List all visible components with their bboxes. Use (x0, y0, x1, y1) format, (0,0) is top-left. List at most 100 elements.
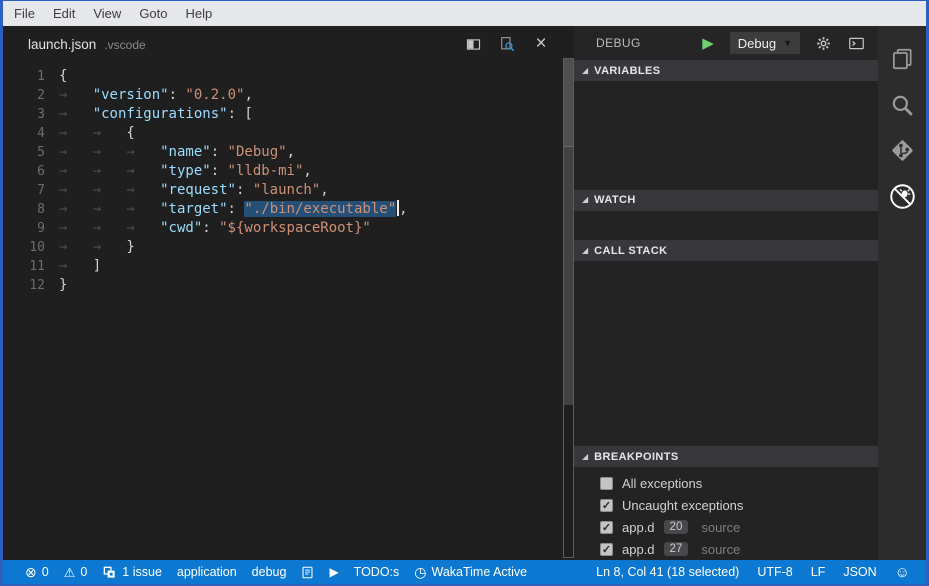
configure-gear-icon[interactable] (815, 35, 832, 52)
status-label: 0 (80, 565, 87, 579)
status-issues[interactable]: 1 issue (102, 565, 162, 580)
line-number: 10 (3, 238, 45, 257)
activity-item-explorer[interactable] (878, 38, 926, 84)
code-line[interactable]: 2→"version": "0.2.0", (3, 86, 563, 105)
breakpoint-row[interactable]: All exceptions (574, 472, 878, 494)
scrollbar-slider[interactable] (564, 59, 573, 147)
debug-config-dropdown[interactable]: Debug ▼ (730, 32, 800, 54)
status-output[interactable] (301, 565, 314, 580)
line-number: 12 (3, 276, 45, 295)
checkbox-checked[interactable]: ✓ (600, 499, 613, 512)
editor-scrollbar[interactable] (563, 26, 574, 560)
status-bar-right: Ln 8, Col 41 (18 selected) UTF-8 LF JSON ☺ (596, 565, 926, 579)
line-number: 7 (3, 181, 45, 200)
breakpoint-row[interactable]: ✓app.d27source (574, 538, 878, 560)
code-token: "${workspaceRoot}" (219, 220, 371, 236)
split-editor-icon[interactable] (463, 34, 483, 54)
status-feedback[interactable]: ☺ (895, 566, 910, 579)
menu-item-view[interactable]: View (84, 1, 130, 26)
code-line[interactable]: 5→→→"name": "Debug", (3, 143, 563, 162)
section-header-variables[interactable]: ◢ VARIABLES (574, 60, 878, 81)
line-number: 5 (3, 143, 45, 162)
code-token: "lldb-mi" (228, 163, 304, 179)
debug-console-icon[interactable] (847, 34, 866, 53)
code-line[interactable]: 3→"configurations": [ (3, 105, 563, 124)
breakpoints-body: All exceptions✓Uncaught exceptions✓app.d… (574, 467, 878, 560)
activity-item-source-control[interactable] (878, 130, 926, 176)
watch-body (574, 211, 878, 240)
line-number: 3 (3, 105, 45, 124)
code-token: { (126, 125, 134, 141)
search-icon (889, 92, 915, 123)
tab-whitespace-icon: → (93, 181, 127, 200)
editor-tab[interactable]: launch.json .vscode (28, 37, 146, 52)
code-line[interactable]: 1{ (3, 67, 563, 86)
tab-whitespace-icon: → (93, 162, 127, 181)
twistie-icon: ◢ (582, 453, 588, 461)
code-line[interactable]: 4→→{ (3, 124, 563, 143)
code-line[interactable]: 10→→} (3, 238, 563, 257)
breakpoint-row[interactable]: ✓app.d20source (574, 516, 878, 538)
line-number-badge: 27 (664, 542, 689, 556)
code-line[interactable]: 9→→→"cwd": "${workspaceRoot}" (3, 219, 563, 238)
status-label: JSON (843, 565, 876, 579)
code-line[interactable]: 12} (3, 276, 563, 295)
menu-item-goto[interactable]: Goto (130, 1, 176, 26)
status-end-of-line[interactable]: LF (811, 565, 826, 579)
status-encoding[interactable]: UTF-8 (757, 565, 792, 579)
main-area: launch.json .vscode × 1{2→"version": "0.… (3, 26, 926, 560)
menu-item-help[interactable]: Help (177, 1, 222, 26)
section-header-breakpoints[interactable]: ◢ BREAKPOINTS (574, 446, 878, 467)
code-token: , (399, 201, 407, 217)
tab-whitespace-icon: → (59, 219, 93, 238)
code-token: "Debug" (228, 144, 287, 160)
code-line[interactable]: 8→→→"target": "./bin/executable", (3, 200, 563, 219)
code-token: } (126, 239, 134, 255)
line-content: →→→"type": "lldb-mi", (45, 162, 312, 181)
close-editor-icon[interactable]: × (531, 34, 551, 54)
status-warning-count[interactable]: ⚠0 (64, 565, 88, 579)
preview-icon[interactable] (497, 34, 517, 54)
debug-config-label: Debug (738, 36, 776, 51)
tab-whitespace-icon: → (126, 200, 160, 219)
activity-item-debug[interactable] (878, 176, 926, 222)
chevron-down-icon: ▼ (783, 38, 792, 48)
menu-item-edit[interactable]: Edit (44, 1, 84, 26)
line-number: 6 (3, 162, 45, 181)
scrollbar-track[interactable] (563, 58, 574, 558)
status-todos[interactable]: TODO:s (354, 565, 400, 579)
code-line[interactable]: 6→→→"type": "lldb-mi", (3, 162, 563, 181)
code-line[interactable]: 7→→→"request": "launch", (3, 181, 563, 200)
code-token: : (202, 220, 219, 236)
checkbox-checked[interactable]: ✓ (600, 521, 613, 534)
code-editor[interactable]: 1{2→"version": "0.2.0",3→"configurations… (3, 62, 563, 560)
status-label: Ln 8, Col 41 (18 selected) (596, 565, 739, 579)
section-title: BREAKPOINTS (594, 451, 678, 463)
checkbox-unchecked[interactable] (600, 477, 613, 490)
section-header-watch[interactable]: ◢ WATCH (574, 190, 878, 211)
activity-item-search[interactable] (878, 84, 926, 130)
section-header-call-stack[interactable]: ◢ CALL STACK (574, 240, 878, 261)
status-task-application[interactable]: application (177, 565, 237, 579)
line-number: 4 (3, 124, 45, 143)
section-title: WATCH (594, 194, 636, 206)
status-wakatime[interactable]: ◷WakaTime Active (414, 565, 527, 579)
menu-item-file[interactable]: File (5, 1, 44, 26)
status-error-count[interactable]: ⊗0 (25, 565, 49, 579)
status-bar-left: ⊗0 ⚠0 1 issue application debug ▶ TODO:s ◷WakaT… (3, 565, 527, 580)
code-token: "cwd" (160, 220, 202, 236)
breakpoint-row[interactable]: ✓Uncaught exceptions (574, 494, 878, 516)
code-line[interactable]: 11→] (3, 257, 563, 276)
status-cursor-position[interactable]: Ln 8, Col 41 (18 selected) (596, 565, 739, 579)
status-task-debug[interactable]: debug (252, 565, 287, 579)
code-token: "request" (160, 182, 236, 198)
debug-panel-title: DEBUG (596, 36, 641, 50)
checkbox-checked[interactable]: ✓ (600, 543, 613, 556)
start-debug-icon[interactable]: ▶ (702, 36, 714, 51)
status-language-mode[interactable]: JSON (843, 565, 876, 579)
code-token: , (320, 182, 328, 198)
code-token: "version" (93, 87, 169, 103)
debug-side-panel: DEBUG ▶ Debug ▼ ◢ VARIABLES ◢ (574, 26, 878, 560)
clock-icon: ◷ (414, 566, 426, 579)
status-run-task[interactable]: ▶ (329, 566, 338, 579)
